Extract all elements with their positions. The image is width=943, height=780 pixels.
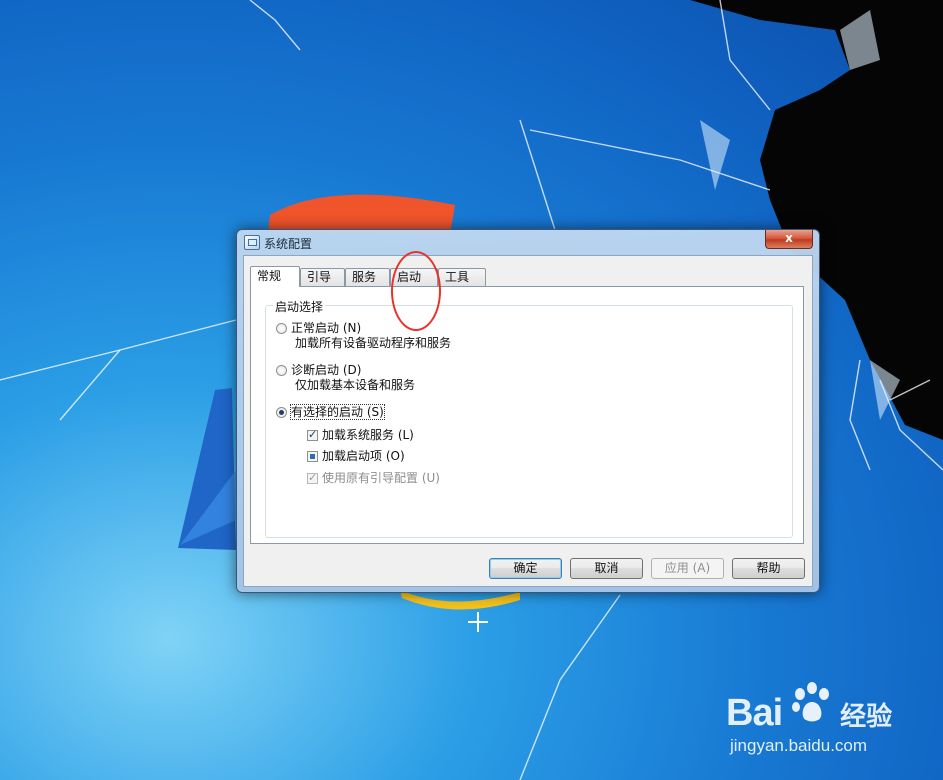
general-tab-panel: 启动选择 正常启动 (N) 加载所有设备驱动程序和服务 诊断启动 (D) 仅加载… <box>250 286 804 544</box>
normal-startup-radio[interactable] <box>276 323 287 334</box>
watermark-brand: Bai 经验 <box>726 692 892 735</box>
normal-startup-label: 正常启动 (N) <box>291 321 362 335</box>
load-startup-items-checkbox[interactable] <box>307 451 318 462</box>
tab-boot[interactable]: 引导 <box>300 268 345 286</box>
close-icon: x <box>785 231 793 245</box>
load-startup-items-label: 加载启动项 (O) <box>322 449 405 463</box>
watermark-url: jingyan.baidu.com <box>730 736 868 755</box>
tab-services[interactable]: 服务 <box>345 268 390 286</box>
startup-selection-group: 启动选择 正常启动 (N) 加载所有设备驱动程序和服务 诊断启动 (D) 仅加载… <box>265 298 793 538</box>
baidu-jingyan-watermark: Bai 经验 jingyan.baidu.com <box>726 678 926 768</box>
use-original-boot-label: 使用原有引导配置 (U) <box>322 471 440 485</box>
tab-general[interactable]: 常规 <box>250 266 300 287</box>
selective-startup-label: 有选择的启动 (S) <box>290 404 385 420</box>
selective-startup-radio[interactable] <box>276 407 287 418</box>
load-system-services-label: 加载系统服务 (L) <box>322 428 414 442</box>
tab-tools[interactable]: 工具 <box>438 268 486 286</box>
cancel-button[interactable]: 取消 <box>570 558 643 579</box>
apply-button: 应用 (A) <box>651 558 724 579</box>
load-startup-items-option[interactable]: 加载启动项 (O) <box>307 447 405 464</box>
watermark-brand-text: Bai <box>726 692 783 734</box>
diagnostic-startup-desc: 仅加载基本设备和服务 <box>295 378 416 392</box>
red-annotation-circle <box>391 251 441 331</box>
window-title: 系统配置 <box>264 237 313 251</box>
ok-button[interactable]: 确定 <box>489 558 562 579</box>
desktop-background: 系统配置 x 常规 引导 服务 启动 工具 启动选择 正常启动 (N) 加载所有… <box>0 0 943 780</box>
system-config-dialog: 系统配置 x 常规 引导 服务 启动 工具 启动选择 正常启动 (N) 加载所有… <box>236 229 820 593</box>
diagnostic-startup-label: 诊断启动 (D) <box>291 363 362 377</box>
title-bar[interactable]: 系统配置 x <box>237 230 819 255</box>
msconfig-app-icon <box>244 235 260 250</box>
diagnostic-startup-radio[interactable] <box>276 365 287 376</box>
load-system-services-checkbox[interactable] <box>307 428 318 441</box>
use-original-boot-checkbox <box>307 471 318 484</box>
sparkle-icon <box>468 612 488 632</box>
group-legend: 启动选择 <box>273 298 326 315</box>
use-original-boot-option: 使用原有引导配置 (U) <box>307 469 440 486</box>
normal-startup-desc: 加载所有设备驱动程序和服务 <box>295 336 452 350</box>
help-button[interactable]: 帮助 <box>732 558 805 579</box>
load-system-services-option[interactable]: 加载系统服务 (L) <box>307 426 414 443</box>
dialog-client-area: 常规 引导 服务 启动 工具 启动选择 正常启动 (N) 加载所有设备驱动程序和… <box>243 255 813 587</box>
selective-startup-option[interactable]: 有选择的启动 (S) <box>276 403 385 420</box>
close-button[interactable]: x <box>765 230 813 249</box>
watermark-brand-suffix: 经验 <box>840 701 893 731</box>
